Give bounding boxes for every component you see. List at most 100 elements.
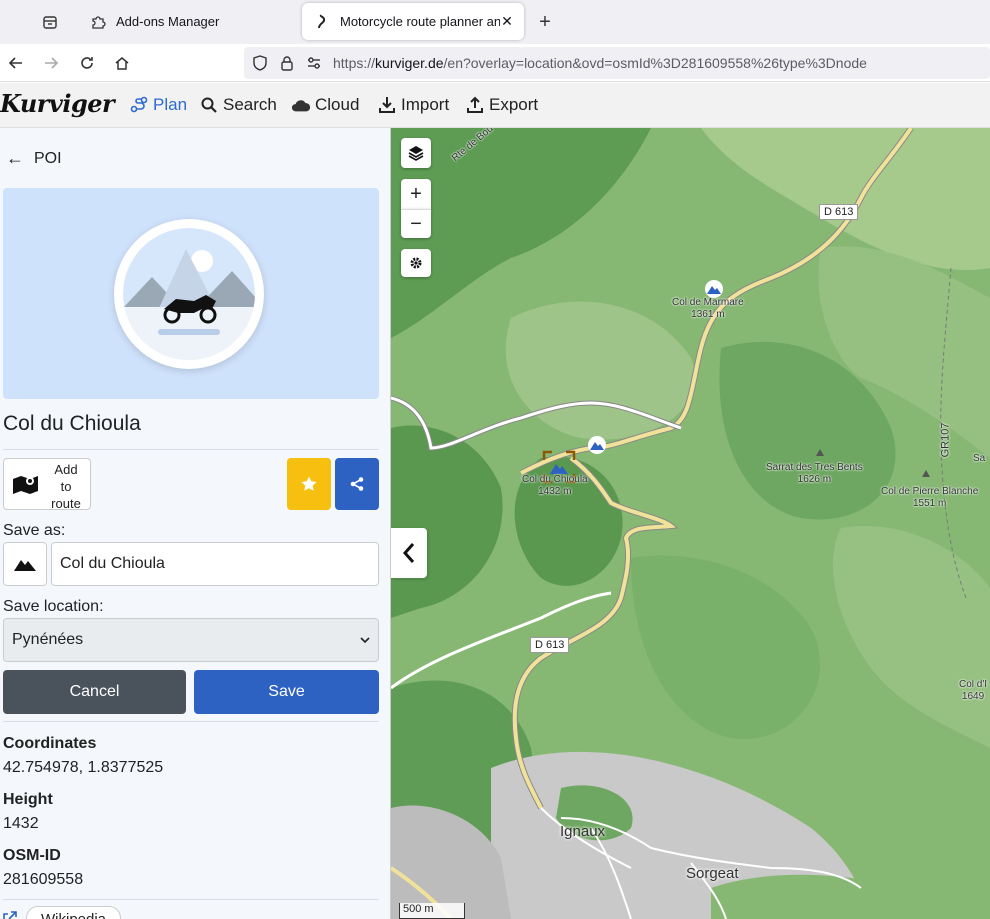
poi-sidebar: ← POI Col du Chioula Add to route Save a… xyxy=(0,128,391,919)
collapse-sidebar-button[interactable] xyxy=(391,528,427,578)
reload-icon[interactable] xyxy=(75,51,99,75)
mountain-pass-marker[interactable] xyxy=(587,436,607,459)
lock-icon[interactable] xyxy=(278,54,296,72)
save-as-input[interactable] xyxy=(51,542,379,586)
save-button[interactable]: Save xyxy=(194,670,379,714)
back-to-poi-button[interactable]: ← POI xyxy=(6,148,62,169)
back-label: POI xyxy=(34,149,62,167)
road-shield-d613: D 613 xyxy=(530,637,570,653)
share-button[interactable] xyxy=(335,458,379,510)
label-height: 1361 m xyxy=(691,309,725,320)
coordinates-value: 42.754978, 1.8377525 xyxy=(3,759,164,776)
label-text: Col du Chioula xyxy=(522,474,588,485)
forward-arrow-icon[interactable] xyxy=(39,51,63,75)
map-label-edge-sa: Sa xyxy=(973,453,986,464)
menu-search-label: Search xyxy=(223,95,277,114)
tab-list-icon[interactable] xyxy=(36,10,64,34)
wikipedia-link[interactable]: Wikipedia xyxy=(26,906,122,919)
layers-button[interactable] xyxy=(401,138,431,168)
search-icon xyxy=(199,96,219,114)
import-icon xyxy=(377,96,397,114)
export-icon xyxy=(465,96,485,114)
label-height: 1551 m xyxy=(912,498,947,509)
back-arrow-icon[interactable] xyxy=(4,51,28,75)
map-view[interactable]: + − Col de Marmare 1361 m Col du Chioula 1… xyxy=(391,128,990,919)
url-scheme: https:// xyxy=(333,55,376,71)
gear-icon xyxy=(410,257,422,269)
new-tab-button[interactable]: + xyxy=(533,10,557,34)
star-icon xyxy=(301,476,317,491)
tab-title: Add-ons Manager xyxy=(116,14,220,29)
favorite-button[interactable] xyxy=(287,458,331,510)
app-header: Kurviger Plan Search Cloud Import Export xyxy=(0,83,990,128)
browser-tab-bar: Add-ons Manager Motorcycle route planner… xyxy=(0,0,990,44)
save-location-label: Save location: xyxy=(3,598,104,615)
menu-export[interactable]: Export xyxy=(465,95,538,115)
map-label-gr107: GR107 xyxy=(939,422,952,458)
summit-marker xyxy=(816,449,824,456)
home-icon[interactable] xyxy=(110,51,134,75)
label-height: 1649 xyxy=(961,691,985,702)
kurviger-icon xyxy=(312,12,332,32)
label-text: Col de Marmare xyxy=(672,297,744,308)
mountain-pass-icon xyxy=(588,436,606,454)
shield-icon[interactable] xyxy=(251,54,269,72)
road-shield-d613: D 613 xyxy=(819,204,859,220)
mountain-motorcycle-icon xyxy=(123,228,255,360)
summit-marker xyxy=(922,470,930,477)
tab-title: Motorcycle route planner and n xyxy=(340,14,500,29)
height-value: 1432 xyxy=(3,815,39,832)
menu-import-label: Import xyxy=(401,95,450,114)
menu-search[interactable]: Search xyxy=(199,95,277,115)
divider xyxy=(3,449,379,450)
poi-title: Col du Chioula xyxy=(3,412,141,435)
url-bar[interactable]: https://kurviger.de/en?overlay=location&… xyxy=(244,47,990,79)
cancel-button[interactable]: Cancel xyxy=(3,670,186,714)
mountain-icon xyxy=(14,560,36,571)
tab-kurviger[interactable]: Motorcycle route planner and n ✕ xyxy=(302,3,524,40)
zoom-out-button[interactable]: − xyxy=(401,209,431,238)
map-label-col-chioula: Col du Chioula 1432 m xyxy=(522,474,588,498)
puzzle-icon xyxy=(88,12,108,32)
map-label-col-marmare: Col de Marmare 1361 m xyxy=(672,297,744,321)
poi-icon-picker[interactable] xyxy=(3,542,47,586)
browser-nav-bar: https://kurviger.de/en?overlay=location&… xyxy=(0,44,990,82)
url-host: kurviger.de xyxy=(375,55,444,71)
save-as-label: Save as: xyxy=(3,522,66,539)
tab-addons-manager[interactable]: Add-ons Manager xyxy=(78,3,296,40)
menu-import[interactable]: Import xyxy=(377,95,449,115)
map-label-edge-col: Col d'I 1649 xyxy=(959,679,987,703)
town-label-ignaux: Ignaux xyxy=(560,823,606,840)
coordinates-label: Coordinates xyxy=(3,735,97,752)
save-location-select[interactable]: Pynénées xyxy=(3,618,379,662)
permissions-icon[interactable] xyxy=(305,54,323,72)
label-text: Col d'I xyxy=(959,679,988,690)
zoom-in-button[interactable]: + xyxy=(401,179,431,209)
divider xyxy=(3,721,379,722)
map-scale-bar: 500 m xyxy=(399,903,465,919)
menu-plan-label: Plan xyxy=(153,95,188,114)
close-tab-icon[interactable]: ✕ xyxy=(498,12,516,30)
menu-cloud-label: Cloud xyxy=(315,95,360,114)
chevron-left-icon xyxy=(402,543,415,563)
add-to-route-button[interactable]: Add to route xyxy=(3,458,91,511)
cloud-icon xyxy=(291,96,311,114)
mountain-pass-icon xyxy=(705,280,723,298)
height-label: Height xyxy=(3,791,53,808)
osm-id-value: 281609558 xyxy=(3,871,84,888)
poi-placeholder-illustration xyxy=(114,219,264,369)
kurviger-logo[interactable]: Kurviger xyxy=(0,89,115,118)
menu-cloud[interactable]: Cloud xyxy=(291,95,359,115)
save-location-value: Pynénées xyxy=(12,631,84,648)
town-label-sorgeat: Sorgeat xyxy=(686,865,739,882)
map-settings-button[interactable] xyxy=(401,249,431,277)
chevron-down-icon xyxy=(360,632,370,650)
label-text: Sarrat des Tres Bents xyxy=(766,462,863,473)
share-icon xyxy=(350,477,364,491)
url-text: https://kurviger.de/en?overlay=location&… xyxy=(333,55,867,71)
poi-image xyxy=(3,188,379,399)
label-height: 1626 m xyxy=(797,474,832,485)
menu-plan[interactable]: Plan xyxy=(129,95,187,115)
add-to-route-label: Add to route xyxy=(51,462,81,511)
map-terrain xyxy=(391,128,990,919)
